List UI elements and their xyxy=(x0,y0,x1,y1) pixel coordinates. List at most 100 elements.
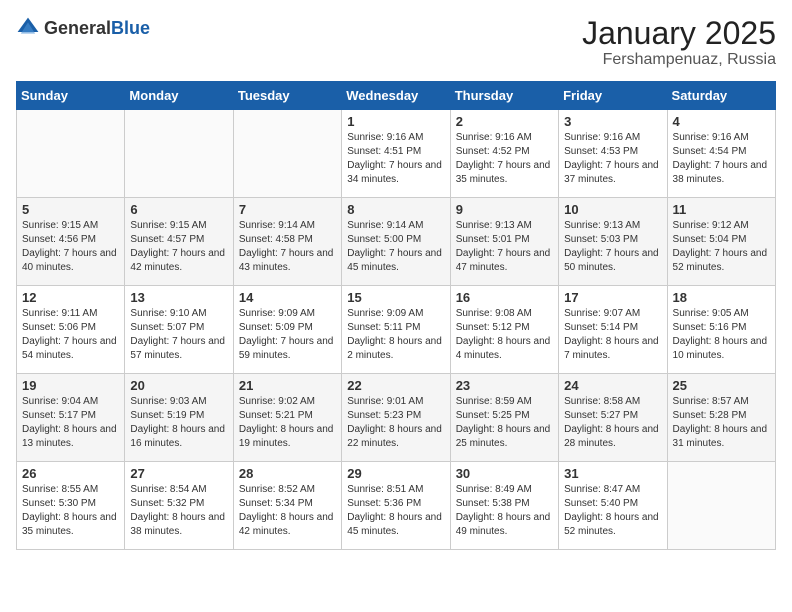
calendar-cell: 7 Sunrise: 9:14 AM Sunset: 4:58 PM Daylig… xyxy=(233,198,341,286)
day-info: Sunrise: 8:47 AM Sunset: 5:40 PM Dayligh… xyxy=(564,483,661,539)
calendar-cell: 10 Sunrise: 9:13 AM Sunset: 5:03 PM Dayli… xyxy=(559,198,667,286)
day-info: Sunrise: 9:14 AM Sunset: 4:58 PM Dayligh… xyxy=(239,219,336,275)
day-number: 21 xyxy=(239,378,336,393)
day-info: Sunrise: 9:16 AM Sunset: 4:53 PM Dayligh… xyxy=(564,131,661,187)
calendar-week-row: 12 Sunrise: 9:11 AM Sunset: 5:06 PM Dayli… xyxy=(17,286,776,374)
calendar-cell: 2Sunrise: 9:16 AM Sunset: 4:52 PM Daylig… xyxy=(450,110,558,198)
day-info: Sunrise: 9:16 AM Sunset: 4:54 PM Dayligh… xyxy=(673,131,770,187)
day-info: Sunrise: 9:01 AM Sunset: 5:23 PM Dayligh… xyxy=(347,395,444,451)
day-info: Sunrise: 9:07 AM Sunset: 5:14 PM Dayligh… xyxy=(564,307,661,363)
calendar-cell: 13Sunrise: 9:10 AM Sunset: 5:07 PM Dayli… xyxy=(125,286,233,374)
day-number: 16 xyxy=(456,290,553,305)
calendar-title: January 2025 xyxy=(582,16,776,51)
day-number: 7 xyxy=(239,202,336,217)
day-number: 18 xyxy=(673,290,770,305)
day-info: Sunrise: 9:16 AM Sunset: 4:51 PM Dayligh… xyxy=(347,131,444,187)
calendar-cell: 8 Sunrise: 9:14 AM Sunset: 5:00 PM Daylig… xyxy=(342,198,450,286)
calendar-cell: 20Sunrise: 9:03 AM Sunset: 5:19 PM Dayli… xyxy=(125,374,233,462)
day-info: Sunrise: 9:13 AM Sunset: 5:01 PM Dayligh… xyxy=(456,219,553,275)
day-number: 25 xyxy=(673,378,770,393)
day-number: 5 xyxy=(22,202,119,217)
calendar-cell xyxy=(233,110,341,198)
calendar-cell: 1 Sunrise: 9:16 AM Sunset: 4:51 PM Daylig… xyxy=(342,110,450,198)
day-info: Sunrise: 9:05 AM Sunset: 5:16 PM Dayligh… xyxy=(673,307,770,363)
calendar-cell: 15Sunrise: 9:09 AM Sunset: 5:11 PM Dayli… xyxy=(342,286,450,374)
weekday-header-friday: Friday xyxy=(559,82,667,110)
day-number: 31 xyxy=(564,466,661,481)
calendar-cell: 26Sunrise: 8:55 AM Sunset: 5:30 PM Dayli… xyxy=(17,462,125,550)
day-number: 10 xyxy=(564,202,661,217)
calendar-cell: 6Sunrise: 9:15 AM Sunset: 4:57 PM Daylig… xyxy=(125,198,233,286)
calendar-cell xyxy=(17,110,125,198)
weekday-header-sunday: Sunday xyxy=(17,82,125,110)
day-number: 23 xyxy=(456,378,553,393)
day-number: 29 xyxy=(347,466,444,481)
calendar-cell xyxy=(125,110,233,198)
page-header: GeneralBlue January 2025 Fershampenuaz, … xyxy=(16,16,776,69)
calendar-cell: 29Sunrise: 8:51 AM Sunset: 5:36 PM Dayli… xyxy=(342,462,450,550)
day-number: 24 xyxy=(564,378,661,393)
day-number: 12 xyxy=(22,290,119,305)
weekday-header-thursday: Thursday xyxy=(450,82,558,110)
day-number: 22 xyxy=(347,378,444,393)
calendar-cell: 12 Sunrise: 9:11 AM Sunset: 5:06 PM Dayli… xyxy=(17,286,125,374)
weekday-header-tuesday: Tuesday xyxy=(233,82,341,110)
day-number: 9 xyxy=(456,202,553,217)
calendar-cell: 18 Sunrise: 9:05 AM Sunset: 5:16 PM Dayli… xyxy=(667,286,775,374)
calendar-week-row: 19Sunrise: 9:04 AM Sunset: 5:17 PM Dayli… xyxy=(17,374,776,462)
calendar-cell: 25 Sunrise: 8:57 AM Sunset: 5:28 PM Dayli… xyxy=(667,374,775,462)
day-number: 8 xyxy=(347,202,444,217)
day-info: Sunrise: 9:09 AM Sunset: 5:09 PM Dayligh… xyxy=(239,307,336,363)
calendar-cell: 14 Sunrise: 9:09 AM Sunset: 5:09 PM Dayli… xyxy=(233,286,341,374)
calendar-cell: 19Sunrise: 9:04 AM Sunset: 5:17 PM Dayli… xyxy=(17,374,125,462)
day-number: 11 xyxy=(673,202,770,217)
day-info: Sunrise: 9:02 AM Sunset: 5:21 PM Dayligh… xyxy=(239,395,336,451)
day-info: Sunrise: 9:14 AM Sunset: 5:00 PM Dayligh… xyxy=(347,219,444,275)
day-info: Sunrise: 9:04 AM Sunset: 5:17 PM Dayligh… xyxy=(22,395,119,451)
calendar-cell: 11 Sunrise: 9:12 AM Sunset: 5:04 PM Dayli… xyxy=(667,198,775,286)
calendar-subtitle: Fershampenuaz, Russia xyxy=(582,51,776,69)
day-number: 14 xyxy=(239,290,336,305)
calendar-cell: 30Sunrise: 8:49 AM Sunset: 5:38 PM Dayli… xyxy=(450,462,558,550)
calendar-week-row: 5 Sunrise: 9:15 AM Sunset: 4:56 PM Daylig… xyxy=(17,198,776,286)
calendar-cell: 4Sunrise: 9:16 AM Sunset: 4:54 PM Daylig… xyxy=(667,110,775,198)
calendar-week-row: 1 Sunrise: 9:16 AM Sunset: 4:51 PM Daylig… xyxy=(17,110,776,198)
calendar-cell: 31 Sunrise: 8:47 AM Sunset: 5:40 PM Dayli… xyxy=(559,462,667,550)
calendar-cell: 5 Sunrise: 9:15 AM Sunset: 4:56 PM Daylig… xyxy=(17,198,125,286)
calendar-cell: 28Sunrise: 8:52 AM Sunset: 5:34 PM Dayli… xyxy=(233,462,341,550)
day-info: Sunrise: 9:15 AM Sunset: 4:56 PM Dayligh… xyxy=(22,219,119,275)
day-info: Sunrise: 8:54 AM Sunset: 5:32 PM Dayligh… xyxy=(130,483,227,539)
logo-icon xyxy=(16,16,40,40)
day-info: Sunrise: 9:08 AM Sunset: 5:12 PM Dayligh… xyxy=(456,307,553,363)
weekday-header-wednesday: Wednesday xyxy=(342,82,450,110)
day-info: Sunrise: 8:55 AM Sunset: 5:30 PM Dayligh… xyxy=(22,483,119,539)
day-info: Sunrise: 9:13 AM Sunset: 5:03 PM Dayligh… xyxy=(564,219,661,275)
day-info: Sunrise: 9:15 AM Sunset: 4:57 PM Dayligh… xyxy=(130,219,227,275)
day-number: 20 xyxy=(130,378,227,393)
calendar-cell: 23Sunrise: 8:59 AM Sunset: 5:25 PM Dayli… xyxy=(450,374,558,462)
day-info: Sunrise: 9:11 AM Sunset: 5:06 PM Dayligh… xyxy=(22,307,119,363)
calendar-cell: 24 Sunrise: 8:58 AM Sunset: 5:27 PM Dayli… xyxy=(559,374,667,462)
day-info: Sunrise: 8:52 AM Sunset: 5:34 PM Dayligh… xyxy=(239,483,336,539)
calendar-cell: 17Sunrise: 9:07 AM Sunset: 5:14 PM Dayli… xyxy=(559,286,667,374)
title-block: January 2025 Fershampenuaz, Russia xyxy=(582,16,776,69)
calendar-week-row: 26Sunrise: 8:55 AM Sunset: 5:30 PM Dayli… xyxy=(17,462,776,550)
calendar-cell xyxy=(667,462,775,550)
day-number: 1 xyxy=(347,114,444,129)
day-number: 2 xyxy=(456,114,553,129)
weekday-header-row: SundayMondayTuesdayWednesdayThursdayFrid… xyxy=(17,82,776,110)
calendar-table: SundayMondayTuesdayWednesdayThursdayFrid… xyxy=(16,81,776,550)
logo: GeneralBlue xyxy=(16,16,150,40)
day-info: Sunrise: 8:57 AM Sunset: 5:28 PM Dayligh… xyxy=(673,395,770,451)
day-number: 3 xyxy=(564,114,661,129)
day-info: Sunrise: 9:12 AM Sunset: 5:04 PM Dayligh… xyxy=(673,219,770,275)
logo-text-blue: Blue xyxy=(111,18,150,38)
calendar-cell: 9 Sunrise: 9:13 AM Sunset: 5:01 PM Daylig… xyxy=(450,198,558,286)
calendar-cell: 21 Sunrise: 9:02 AM Sunset: 5:21 PM Dayli… xyxy=(233,374,341,462)
day-number: 15 xyxy=(347,290,444,305)
day-number: 27 xyxy=(130,466,227,481)
day-info: Sunrise: 8:49 AM Sunset: 5:38 PM Dayligh… xyxy=(456,483,553,539)
weekday-header-monday: Monday xyxy=(125,82,233,110)
logo-text-general: General xyxy=(44,18,111,38)
day-info: Sunrise: 8:58 AM Sunset: 5:27 PM Dayligh… xyxy=(564,395,661,451)
